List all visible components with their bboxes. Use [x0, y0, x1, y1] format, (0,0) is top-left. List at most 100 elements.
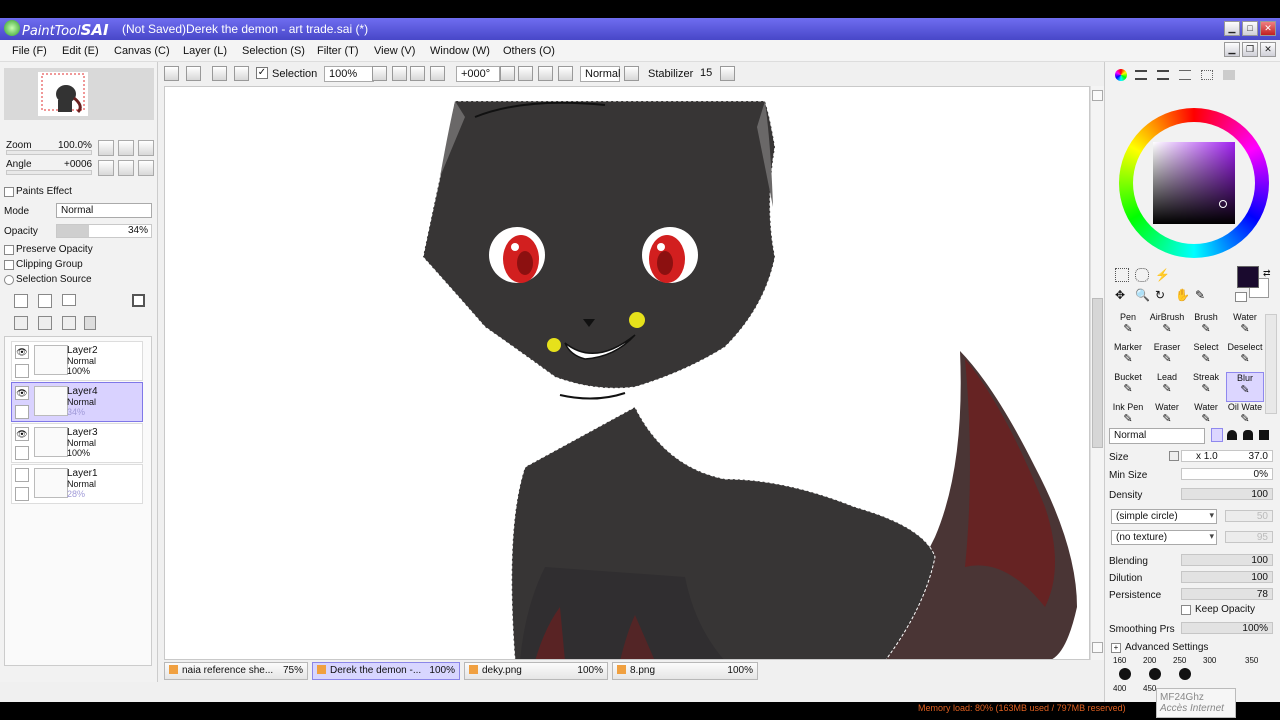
nav-rotate-reset-icon[interactable]: [138, 160, 154, 176]
rgb-slider-tab-icon[interactable]: [1135, 70, 1147, 80]
brush-shape-soft-icon[interactable]: [1243, 430, 1253, 440]
clipping-group-checkbox[interactable]: [4, 260, 14, 270]
tool-airbrush-1[interactable]: AirBrush ✎: [1148, 312, 1186, 342]
layer-visibility-icon[interactable]: 👁: [15, 386, 29, 400]
rotate-reset-icon[interactable]: [558, 66, 573, 81]
layer-lock-icon[interactable]: [15, 405, 29, 419]
vertical-scroll-thumb[interactable]: [1092, 298, 1103, 448]
menu-view[interactable]: View (V): [374, 45, 415, 57]
tool-pen-0[interactable]: Pen ✎: [1109, 312, 1147, 342]
menu-filter[interactable]: Filter (T): [317, 45, 359, 57]
scroll-down-icon[interactable]: [1092, 642, 1103, 653]
tab-derek-the-demon[interactable]: Derek the demon -... 100%: [312, 662, 460, 680]
tool-marker-4[interactable]: Marker ✎: [1109, 342, 1147, 372]
menu-window[interactable]: Window (W): [430, 45, 490, 57]
stabilizer-dropdown-icon[interactable]: [720, 66, 735, 81]
brush-texture-slider[interactable]: 95: [1225, 531, 1273, 543]
layer-visibility-icon[interactable]: 👁: [15, 345, 29, 359]
blending-slider[interactable]: 100: [1181, 554, 1273, 566]
new-folder-icon[interactable]: [62, 294, 76, 306]
menu-file[interactable]: File (F): [12, 45, 47, 57]
hsv-slider-tab-icon[interactable]: [1157, 70, 1169, 80]
tool-deselect-7[interactable]: Deselect ✎: [1226, 342, 1264, 372]
canvas[interactable]: [164, 86, 1090, 660]
tool-water-3[interactable]: Water ✎: [1226, 312, 1264, 342]
maximize-icon[interactable]: □: [1242, 21, 1258, 36]
zoom-in-icon[interactable]: [410, 66, 425, 81]
doc-restore-icon[interactable]: ❐: [1242, 42, 1258, 57]
brush-shape-round-icon[interactable]: [1227, 430, 1237, 440]
rotate-right-icon[interactable]: [538, 66, 553, 81]
nav-rotate-left-icon[interactable]: [98, 160, 114, 176]
selection-checkbox[interactable]: ✓: [256, 67, 268, 79]
vertical-scrollbar[interactable]: [1090, 86, 1104, 660]
nav-rotate-right-icon[interactable]: [118, 160, 134, 176]
lasso-icon[interactable]: [1135, 268, 1149, 282]
rect-select-icon[interactable]: [1115, 268, 1129, 282]
rotation-field[interactable]: +000°: [456, 66, 500, 82]
brush-mode-select[interactable]: Normal: [1109, 428, 1205, 444]
tool-blur-11[interactable]: Blur ✎: [1226, 372, 1264, 402]
move-icon[interactable]: ✥: [1115, 288, 1129, 302]
layer-visibility-icon[interactable]: 👁: [15, 427, 29, 441]
brush-shape-slider[interactable]: 50: [1225, 510, 1273, 522]
color-wheel-tab-icon[interactable]: [1115, 69, 1127, 81]
nav-zoom-in-icon[interactable]: [118, 140, 134, 156]
brush-shape-flat-icon[interactable]: [1259, 430, 1269, 440]
brush-preset-dot[interactable]: [1119, 668, 1131, 680]
tool-scrollbar[interactable]: [1265, 314, 1277, 414]
clear-layer-icon[interactable]: [62, 316, 76, 330]
eyedropper-icon[interactable]: ✎: [1195, 288, 1209, 302]
tool-streak-10[interactable]: Streak ✎: [1187, 372, 1225, 402]
persistence-slider[interactable]: 78: [1181, 588, 1273, 600]
layer-row-layer1[interactable]: Layer1 Normal 28%: [11, 464, 143, 504]
size-multiplier-icon[interactable]: [1169, 451, 1179, 461]
transfer-down-icon[interactable]: [14, 316, 28, 330]
invert-selection-icon[interactable]: [234, 66, 249, 81]
redo-icon[interactable]: [186, 66, 201, 81]
tab-deky[interactable]: deky.png 100%: [464, 662, 608, 680]
tab-naia-reference[interactable]: naia reference she... 75%: [164, 662, 308, 680]
brush-shape-sharp-icon[interactable]: [1211, 428, 1223, 442]
menu-selection[interactable]: Selection (S): [242, 45, 305, 57]
new-linework-layer-icon[interactable]: [38, 294, 52, 308]
zoom-slider[interactable]: [6, 150, 92, 155]
merge-down-icon[interactable]: [38, 316, 52, 330]
color-wheel[interactable]: [1119, 108, 1269, 258]
saturation-value-square[interactable]: [1153, 142, 1235, 224]
zoom-dropdown-icon[interactable]: [372, 66, 387, 81]
layer-row-layer3[interactable]: 👁 Layer3 Normal 100%: [11, 423, 143, 463]
layer-mask-icon[interactable]: [132, 294, 145, 307]
swatches-tab-icon[interactable]: [1201, 70, 1213, 80]
layer-lock-icon[interactable]: [15, 446, 29, 460]
rotate-tool-icon[interactable]: ↻: [1155, 288, 1169, 302]
menu-edit[interactable]: Edit (E): [62, 45, 99, 57]
navigator-preview[interactable]: [4, 68, 154, 120]
angle-slider[interactable]: [6, 170, 92, 175]
nav-zoom-out-icon[interactable]: [98, 140, 114, 156]
brush-shape-select[interactable]: (simple circle): [1111, 509, 1217, 524]
zoom-field[interactable]: 100%: [324, 66, 374, 82]
color-picker-marker[interactable]: [1219, 200, 1227, 208]
layer-visibility-icon[interactable]: [15, 468, 29, 482]
brush-texture-select[interactable]: (no texture): [1111, 530, 1217, 545]
smoothing-slider[interactable]: 100%: [1181, 622, 1273, 634]
mode-dropdown-icon[interactable]: [624, 66, 639, 81]
preserve-opacity-checkbox[interactable]: [4, 245, 14, 255]
rotate-left-icon[interactable]: [518, 66, 533, 81]
select-none-icon[interactable]: [212, 66, 227, 81]
zoom-tool-icon[interactable]: 🔍: [1135, 288, 1150, 302]
menu-canvas[interactable]: Canvas (C): [114, 45, 170, 57]
tool-lead-9[interactable]: Lead ✎: [1148, 372, 1186, 402]
new-layer-icon[interactable]: [14, 294, 28, 308]
density-slider[interactable]: 100: [1181, 488, 1273, 500]
selection-source-radio[interactable]: [4, 275, 14, 285]
advanced-settings-expand-icon[interactable]: +: [1111, 643, 1121, 653]
doc-minimize-icon[interactable]: ▁: [1224, 42, 1240, 57]
doc-close-icon[interactable]: ✕: [1260, 42, 1276, 57]
keep-opacity-checkbox[interactable]: [1181, 605, 1191, 615]
size-slider[interactable]: x 1.0 37.0: [1181, 450, 1273, 462]
min-size-slider[interactable]: 0%: [1181, 468, 1273, 480]
tool-select-6[interactable]: Select ✎: [1187, 342, 1225, 372]
tool-brush-2[interactable]: Brush ✎: [1187, 312, 1225, 342]
